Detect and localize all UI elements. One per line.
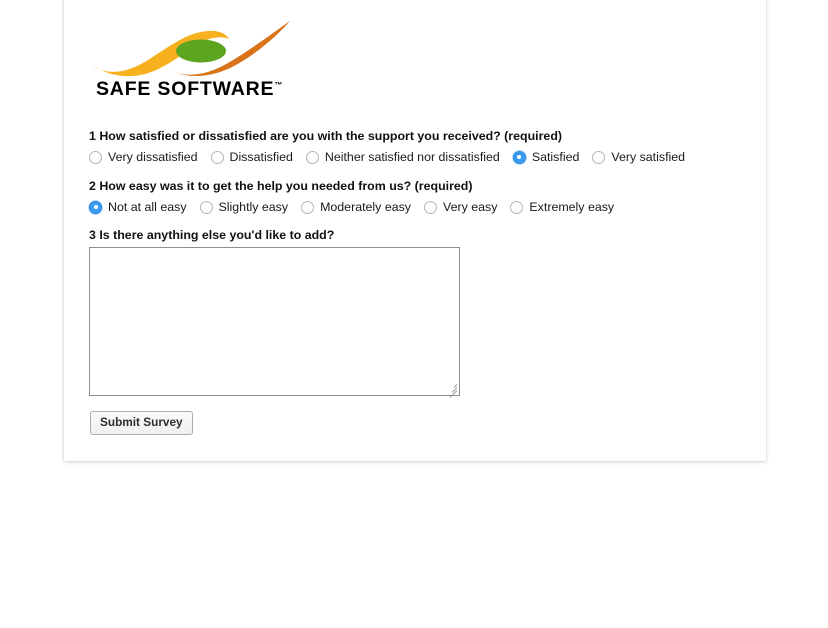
option-slightly-easy[interactable]: Slightly easy [199,200,289,214]
option-label: Very dissatisfied [108,150,198,164]
safe-software-logo: SAFE SOFTWARE™ [90,14,350,104]
question-1: 1 How satisfied or dissatisfied are you … [89,128,685,164]
option-label: Moderately easy [320,200,411,214]
question-1-options: Very dissatisfied Dissatisfied Neither s… [89,150,685,164]
radio-icon[interactable] [199,200,213,214]
question-1-text: 1 How satisfied or dissatisfied are you … [89,129,563,143]
radio-icon[interactable] [305,150,319,164]
logo-wordmark-text: SAFE SOFTWARE [96,78,275,100]
trademark-symbol: ™ [274,80,283,90]
option-label: Very satisfied [611,150,686,164]
survey-card: SAFE SOFTWARE™ 1 How satisfied or dissat… [64,0,766,461]
submit-survey-button[interactable]: Submit Survey [90,411,193,435]
option-very-satisfied[interactable]: Very satisfied [592,150,685,164]
option-label: Neither satisfied nor dissatisfied [324,150,500,164]
option-extremely-easy[interactable]: Extremely easy [510,200,614,214]
question-3-text: 3 Is there anything else you'd like to a… [89,228,335,242]
option-dissatisfied[interactable]: Dissatisfied [210,150,293,164]
radio-icon[interactable] [510,200,524,214]
option-label: Extremely easy [529,200,615,214]
logo-swoosh-mark [92,21,290,77]
radio-icon[interactable] [424,200,437,214]
option-neither-satisfied-nor-dissatisfied[interactable]: Neither satisfied nor dissatisfied [305,150,500,164]
question-2: 2 How easy was it to get the help you ne… [89,178,614,214]
option-label: Not at all easy [108,200,187,214]
comment-textarea[interactable] [89,247,460,396]
radio-icon[interactable] [301,200,315,214]
radio-icon[interactable] [89,150,102,164]
logo-wordmark: SAFE SOFTWARE™ [96,78,282,101]
option-very-dissatisfied[interactable]: Very dissatisfied [89,150,198,164]
option-moderately-easy[interactable]: Moderately easy [301,200,411,214]
option-very-easy[interactable]: Very easy [424,200,497,214]
logo-green-ellipse [176,39,226,63]
radio-icon-selected[interactable] [512,150,526,164]
radio-icon[interactable] [210,150,224,164]
option-satisfied[interactable]: Satisfied [512,150,580,164]
option-label: Dissatisfied [229,150,293,164]
option-not-at-all-easy[interactable]: Not at all easy [89,200,187,214]
option-label: Very easy [443,200,498,214]
question-2-options: Not at all easy Slightly easy Moderately… [89,200,614,214]
question-3: 3 Is there anything else you'd like to a… [89,227,334,243]
question-2-text: 2 How easy was it to get the help you ne… [89,179,473,193]
option-label: Slightly easy [218,200,289,214]
radio-icon-selected[interactable] [89,200,102,214]
radio-icon[interactable] [592,150,606,164]
option-label: Satisfied [531,150,580,164]
